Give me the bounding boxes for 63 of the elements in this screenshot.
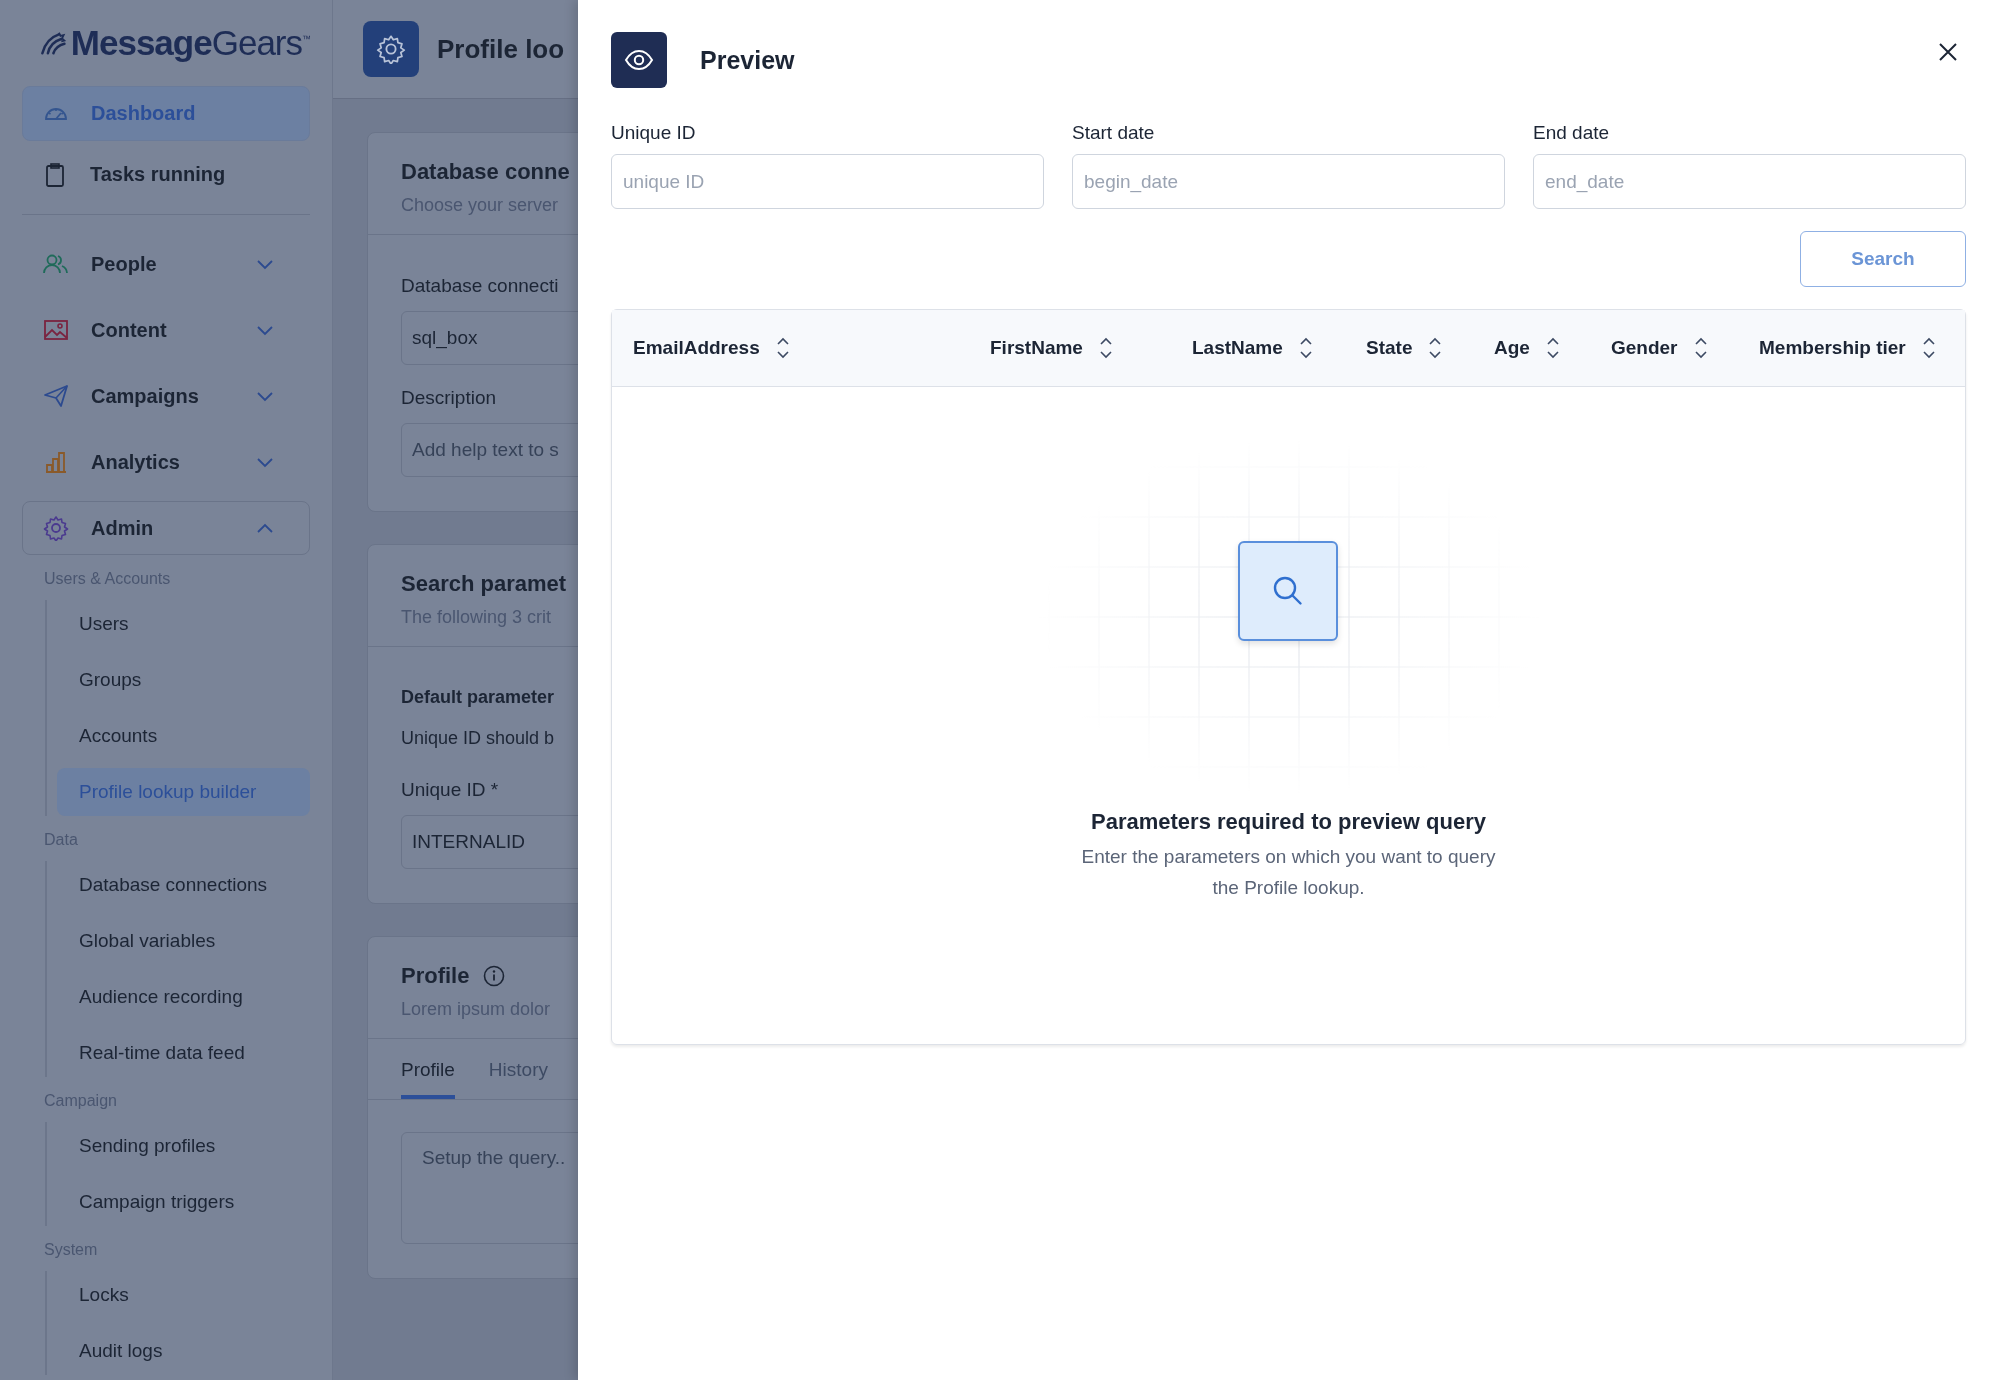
sidebar-item[interactable]: Real-time data feed: [57, 1029, 310, 1077]
empty-state-text: Enter the parameters on which you want to query the Profile lookup.: [1080, 845, 1497, 900]
sort-icon[interactable]: [1098, 336, 1113, 360]
column-header[interactable]: LastName: [1192, 337, 1283, 359]
sidebar-item[interactable]: Database connections: [57, 861, 310, 909]
sort-icon[interactable]: [1298, 336, 1313, 360]
nav-item[interactable]: Tasks running: [22, 147, 310, 202]
sidebar-item[interactable]: Audience recording: [57, 973, 310, 1021]
column-header[interactable]: Age: [1494, 337, 1530, 359]
field-label: Unique ID: [611, 122, 697, 144]
gear-icon: [43, 515, 69, 541]
page-title: Profile loo: [437, 33, 565, 65]
close-icon[interactable]: [1938, 42, 1958, 62]
field-label: Unique ID *: [401, 779, 500, 801]
sidebar-item[interactable]: Locks: [57, 1271, 310, 1319]
note-text: Unique ID should b: [401, 728, 556, 749]
info-icon[interactable]: [483, 965, 506, 987]
sort-icon[interactable]: [1693, 336, 1708, 360]
logo[interactable]: MessageGears$^{™}$: [70, 23, 310, 63]
query-field[interactable]: Setup the query..: [401, 1132, 578, 1244]
sort-icon[interactable]: [1428, 336, 1443, 360]
tab[interactable]: History: [488, 1039, 548, 1099]
nav-group[interactable]: People: [22, 237, 310, 291]
note-heading: Default parameter: [401, 687, 556, 708]
input-field[interactable]: INTERNALID: [401, 815, 578, 869]
input-field[interactable]: Add help text to s: [401, 423, 578, 477]
eye-icon: [611, 32, 667, 88]
tab[interactable]: Profile: [401, 1039, 455, 1099]
card-title: Database conne: [401, 159, 570, 185]
paper-plane-icon: [43, 383, 69, 409]
sidebar-item[interactable]: Sending profiles: [57, 1122, 310, 1170]
sidebar-item[interactable]: Global variables: [57, 917, 310, 965]
column-header[interactable]: Membership tier: [1759, 337, 1906, 359]
input-field[interactable]: sql_box: [401, 311, 578, 365]
bar-chart-icon: [43, 449, 69, 475]
empty-state-title: Parameters required to preview query: [1091, 809, 1486, 835]
column-header[interactable]: Gender: [1611, 337, 1678, 359]
sidebar-item[interactable]: Users: [57, 600, 310, 648]
nav-group[interactable]: Admin: [22, 501, 310, 555]
search-icon: [1237, 541, 1338, 641]
sort-icon[interactable]: [1545, 336, 1560, 360]
sort-icon[interactable]: [1921, 336, 1936, 360]
sidebar-item[interactable]: Accounts: [57, 712, 310, 760]
image-icon: [43, 317, 69, 343]
sidebar-item[interactable]: Campaign triggers: [57, 1178, 310, 1226]
settings-icon: [363, 21, 419, 77]
column-header[interactable]: State: [1366, 337, 1413, 359]
column-header[interactable]: EmailAddress: [633, 337, 760, 359]
field-label: Database connecti: [401, 275, 560, 297]
nav-group[interactable]: Analytics: [22, 435, 310, 489]
nav-group[interactable]: Campaigns: [22, 369, 310, 423]
nav-group[interactable]: Content: [22, 303, 310, 357]
card-title: Profile: [401, 963, 470, 989]
field-label: Description: [401, 387, 498, 409]
field-label: End date: [1533, 122, 1611, 144]
sidebar-item[interactable]: Groups: [57, 656, 310, 704]
column-header[interactable]: FirstName: [990, 337, 1083, 359]
panel-title: Preview: [700, 45, 796, 75]
field-label: Start date: [1072, 122, 1156, 144]
sidebar-item[interactable]: Audit logs: [57, 1327, 310, 1375]
card-title: Search paramet: [401, 571, 567, 597]
sort-icon[interactable]: [775, 336, 790, 360]
search-button[interactable]: Search: [1800, 231, 1966, 287]
